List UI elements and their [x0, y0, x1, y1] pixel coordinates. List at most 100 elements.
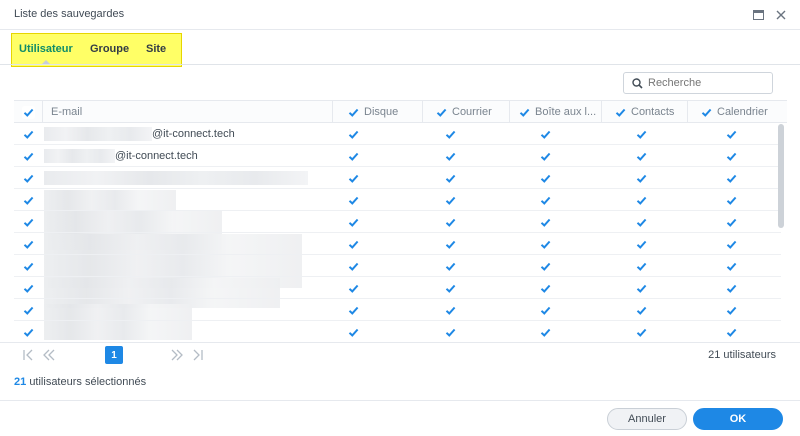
disque-cell[interactable] [347, 321, 360, 343]
boite-cell[interactable] [539, 255, 552, 277]
courrier-cell[interactable] [444, 123, 457, 145]
last-page-icon[interactable] [192, 349, 204, 364]
checkmark-icon[interactable] [539, 194, 552, 207]
boite-cell[interactable] [539, 277, 552, 299]
table-row[interactable] [14, 211, 781, 233]
row-select[interactable] [22, 233, 35, 255]
checkmark-icon[interactable] [635, 172, 648, 185]
checkmark-icon[interactable] [539, 238, 552, 251]
checkmark-icon[interactable] [347, 216, 360, 229]
checkmark-icon[interactable] [635, 216, 648, 229]
tab-groupe[interactable]: Groupe [90, 43, 129, 55]
checkmark-icon[interactable] [635, 128, 648, 141]
cancel-button[interactable]: Annuler [607, 408, 687, 430]
courrier-cell[interactable] [444, 145, 457, 167]
boite-cell[interactable] [539, 233, 552, 255]
row-select[interactable] [22, 189, 35, 211]
disque-cell[interactable] [347, 167, 360, 189]
checkmark-icon[interactable] [347, 106, 360, 119]
checkmark-icon[interactable] [539, 128, 552, 141]
checkmark-icon[interactable] [725, 238, 738, 251]
disque-cell[interactable] [347, 123, 360, 145]
header-contacts[interactable]: Contacts [601, 101, 687, 123]
previous-page-icon[interactable] [43, 349, 55, 364]
header-boite[interactable]: Boîte aux l... [509, 101, 601, 123]
tab-utilisateur[interactable]: Utilisateur [19, 43, 73, 55]
checkmark-icon[interactable] [22, 172, 35, 185]
checkmark-icon[interactable] [444, 128, 457, 141]
checkmark-icon[interactable] [21, 105, 35, 119]
calendrier-cell[interactable] [725, 277, 738, 299]
row-select[interactable] [22, 255, 35, 277]
courrier-cell[interactable] [444, 321, 457, 343]
checkmark-icon[interactable] [635, 326, 648, 339]
checkmark-icon[interactable] [725, 216, 738, 229]
table-row[interactable] [14, 255, 781, 277]
table-row[interactable] [14, 321, 781, 343]
calendrier-cell[interactable] [725, 211, 738, 233]
checkmark-icon[interactable] [444, 150, 457, 163]
contacts-cell[interactable] [635, 299, 648, 321]
search-box[interactable] [623, 72, 773, 94]
disque-cell[interactable] [347, 189, 360, 211]
checkmark-icon[interactable] [725, 304, 738, 317]
checkmark-icon[interactable] [635, 304, 648, 317]
row-select[interactable] [22, 211, 35, 233]
checkmark-icon[interactable] [539, 304, 552, 317]
search-input[interactable] [648, 77, 766, 89]
contacts-cell[interactable] [635, 189, 648, 211]
tab-site[interactable]: Site [146, 43, 166, 55]
row-select[interactable] [22, 277, 35, 299]
checkmark-icon[interactable] [725, 260, 738, 273]
checkmark-icon[interactable] [539, 172, 552, 185]
checkmark-icon[interactable] [444, 260, 457, 273]
table-row[interactable] [14, 277, 781, 299]
checkmark-icon[interactable] [444, 238, 457, 251]
contacts-cell[interactable] [635, 321, 648, 343]
next-page-icon[interactable] [171, 349, 183, 364]
checkmark-icon[interactable] [22, 260, 35, 273]
row-select[interactable] [22, 123, 35, 145]
checkmark-icon[interactable] [347, 238, 360, 251]
close-icon[interactable] [773, 7, 789, 23]
row-select[interactable] [22, 321, 35, 343]
maximize-icon[interactable] [750, 7, 766, 23]
checkmark-icon[interactable] [22, 326, 35, 339]
checkmark-icon[interactable] [725, 194, 738, 207]
calendrier-cell[interactable] [725, 255, 738, 277]
courrier-cell[interactable] [444, 233, 457, 255]
checkmark-icon[interactable] [539, 216, 552, 229]
checkmark-icon[interactable] [22, 304, 35, 317]
disque-cell[interactable] [347, 255, 360, 277]
checkmark-icon[interactable] [700, 106, 713, 119]
contacts-cell[interactable] [635, 167, 648, 189]
header-disque[interactable]: Disque [332, 101, 422, 123]
checkmark-icon[interactable] [22, 194, 35, 207]
row-select[interactable] [22, 167, 35, 189]
checkmark-icon[interactable] [444, 282, 457, 295]
first-page-icon[interactable] [22, 349, 34, 364]
courrier-cell[interactable] [444, 255, 457, 277]
header-courrier[interactable]: Courrier [422, 101, 509, 123]
checkmark-icon[interactable] [725, 128, 738, 141]
checkmark-icon[interactable] [347, 282, 360, 295]
checkmark-icon[interactable] [725, 326, 738, 339]
boite-cell[interactable] [539, 321, 552, 343]
checkmark-icon[interactable] [725, 172, 738, 185]
contacts-cell[interactable] [635, 233, 648, 255]
header-email[interactable]: E-mail [42, 101, 332, 123]
calendrier-cell[interactable] [725, 145, 738, 167]
disque-cell[interactable] [347, 211, 360, 233]
ok-button[interactable]: OK [693, 408, 783, 430]
calendrier-cell[interactable] [725, 189, 738, 211]
calendrier-cell[interactable] [725, 123, 738, 145]
page-1-button[interactable]: 1 [105, 346, 123, 364]
checkmark-icon[interactable] [614, 106, 627, 119]
courrier-cell[interactable] [444, 299, 457, 321]
contacts-cell[interactable] [635, 255, 648, 277]
courrier-cell[interactable] [444, 167, 457, 189]
calendrier-cell[interactable] [725, 167, 738, 189]
table-row[interactable] [14, 299, 781, 321]
boite-cell[interactable] [539, 145, 552, 167]
courrier-cell[interactable] [444, 211, 457, 233]
